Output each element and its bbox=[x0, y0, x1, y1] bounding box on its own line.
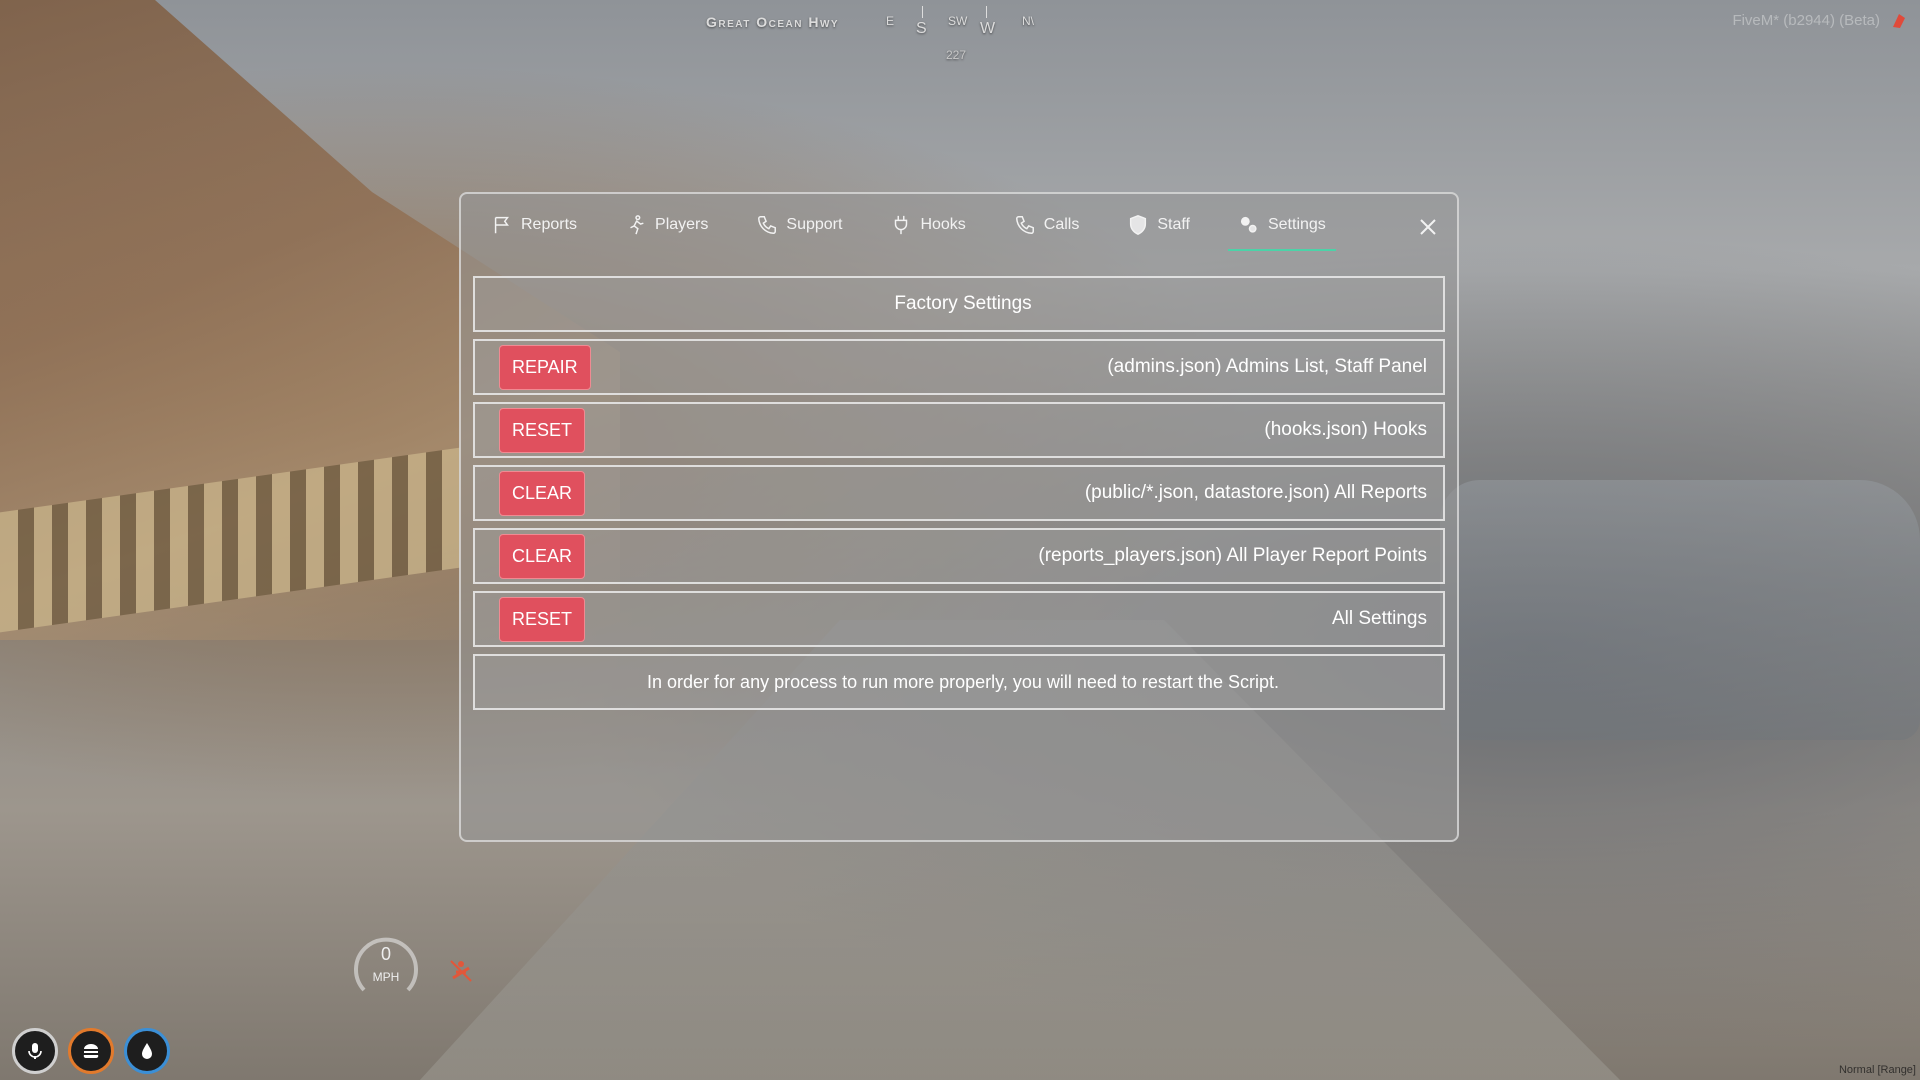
row-label: All Settings bbox=[1331, 608, 1427, 629]
compass-tick bbox=[922, 6, 923, 18]
seatbelt-warning-icon bbox=[450, 960, 472, 982]
compass-nw: N\ bbox=[1022, 14, 1034, 28]
speedometer: 0 MPH bbox=[350, 932, 422, 1004]
tab-label: Support bbox=[786, 216, 843, 233]
speed-unit: MPH bbox=[372, 970, 400, 984]
background-car bbox=[1440, 480, 1920, 740]
voice-mode-label: Normal [Range] bbox=[1838, 1064, 1916, 1076]
tab-label: Calls bbox=[1043, 216, 1080, 233]
reset-all-settings-button[interactable]: RESET bbox=[499, 596, 586, 642]
tab-hooks[interactable]: Hooks bbox=[880, 199, 975, 251]
tab-support[interactable]: Support bbox=[746, 199, 852, 251]
tab-label: Reports bbox=[521, 216, 578, 233]
row-label: (public/*.json, datastore.json) All Repo… bbox=[1084, 482, 1427, 503]
hunger-status bbox=[68, 1028, 114, 1074]
speedometer-ring-icon bbox=[354, 937, 418, 992]
settings-row: RESET (hooks.json) Hooks bbox=[473, 402, 1445, 458]
compass-w: W bbox=[980, 20, 996, 37]
heading-value: 227 bbox=[946, 48, 967, 62]
version-label: FiveM* (b2944) (Beta) bbox=[1732, 12, 1880, 29]
voice-status bbox=[12, 1028, 58, 1074]
compass-e: E bbox=[886, 14, 895, 28]
tab-staff[interactable]: Staff bbox=[1117, 199, 1200, 251]
flag-icon bbox=[494, 216, 509, 234]
restart-note: In order for any process to run more pro… bbox=[473, 654, 1445, 710]
settings-list: Factory Settings REPAIR (admins.json) Ad… bbox=[473, 276, 1445, 717]
tab-players[interactable]: Players bbox=[615, 199, 718, 251]
row-label: (reports_players.json) All Player Report… bbox=[1038, 545, 1427, 566]
compass-s: S bbox=[916, 20, 927, 37]
tab-calls[interactable]: Calls bbox=[1004, 199, 1090, 251]
clear-reports-button[interactable]: CLEAR bbox=[499, 470, 586, 516]
settings-row: RESET All Settings bbox=[473, 591, 1445, 647]
tab-label: Settings bbox=[1267, 216, 1326, 233]
phone-icon bbox=[758, 216, 777, 234]
water-drop-icon bbox=[142, 1043, 152, 1059]
tab-label: Staff bbox=[1157, 216, 1190, 233]
compass-hud: Great Ocean Hwy E S SW W N\ 227 bbox=[700, 6, 1040, 66]
staff-panel: Reports Players Support Hooks Calls Staf… bbox=[459, 192, 1459, 842]
clear-report-points-button[interactable]: CLEAR bbox=[499, 533, 586, 579]
tab-label: Hooks bbox=[920, 216, 966, 233]
settings-row: REPAIR (admins.json) Admins List, Staff … bbox=[473, 339, 1445, 395]
gears-icon bbox=[1240, 216, 1257, 233]
compass-sw: SW bbox=[948, 14, 968, 28]
speed-value: 0 bbox=[380, 944, 391, 964]
settings-row: CLEAR (reports_players.json) All Player … bbox=[473, 528, 1445, 584]
tab-bar: Reports Players Support Hooks Calls Staf… bbox=[461, 194, 1457, 256]
repair-admins-button[interactable]: REPAIR bbox=[499, 344, 591, 390]
reset-hooks-button[interactable]: RESET bbox=[499, 407, 586, 453]
settings-row: CLEAR (public/*.json, datastore.json) Al… bbox=[473, 465, 1445, 521]
phone-icon bbox=[1015, 216, 1034, 234]
tab-settings[interactable]: Settings bbox=[1227, 199, 1336, 251]
close-button[interactable] bbox=[1419, 218, 1437, 236]
close-icon bbox=[1420, 219, 1436, 235]
shield-icon bbox=[1130, 215, 1147, 235]
thirst-status bbox=[124, 1028, 170, 1074]
microphone-icon bbox=[28, 1043, 42, 1059]
row-label: (admins.json) Admins List, Staff Panel bbox=[1107, 356, 1427, 377]
burger-icon bbox=[83, 1044, 99, 1059]
tab-reports[interactable]: Reports bbox=[481, 199, 587, 251]
factory-settings-header: Factory Settings bbox=[473, 276, 1445, 332]
running-person-icon bbox=[630, 215, 644, 235]
plug-icon bbox=[895, 215, 908, 235]
street-name: Great Ocean Hwy bbox=[706, 14, 840, 30]
fivem-logo-icon bbox=[1893, 14, 1905, 28]
compass-tick bbox=[986, 6, 987, 18]
tab-label: Players bbox=[655, 216, 709, 233]
row-label: (hooks.json) Hooks bbox=[1264, 419, 1427, 440]
status-bar bbox=[12, 1028, 170, 1074]
